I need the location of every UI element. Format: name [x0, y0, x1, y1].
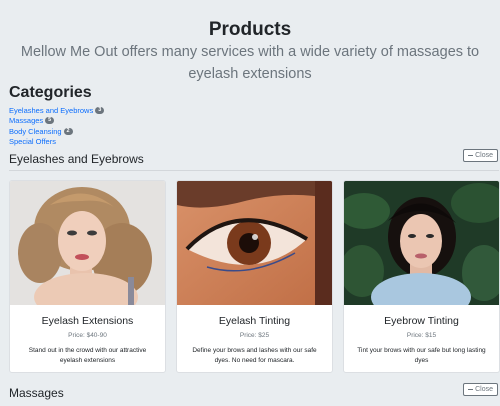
product-name: Eyelash Tinting [218, 315, 291, 327]
close-label: Close [475, 386, 493, 393]
section-title: Eyelashes and Eyebrows [9, 152, 144, 166]
categories-list: Eyelashes and Eyebrows 3 Massages 5 Body… [9, 105, 105, 148]
section-header-massages: Massages Close [9, 383, 499, 406]
close-label: Close [475, 152, 493, 159]
close-section-button[interactable]: Close [463, 149, 498, 162]
minus-icon [468, 155, 474, 156]
product-image [10, 181, 165, 305]
category-count-badge: 5 [45, 117, 55, 125]
product-card-eyelash-extensions[interactable]: Eyelash Extensions Price: $40-90 Stand o… [9, 180, 166, 373]
category-link-special-offers[interactable]: Special Offers [9, 137, 104, 148]
product-price: Price: $15 [406, 332, 437, 339]
product-card-eyelash-tinting[interactable]: Eyelash Tinting Price: $25 Define your b… [176, 180, 333, 373]
category-count-badge: 3 [95, 106, 105, 114]
product-description: Stand out in the crowd with our attracti… [28, 347, 147, 364]
page-title: Products [208, 19, 292, 40]
category-label: Eyelashes and Eyebrows [9, 105, 94, 115]
category-label: Massages [9, 116, 44, 126]
categories-heading: Categories [9, 84, 92, 101]
category-link-massages[interactable]: Massages 5 [9, 116, 104, 127]
product-description: Define your brows and lashes with our sa… [192, 347, 317, 364]
woman-portrait-icon [10, 181, 165, 305]
close-section-button[interactable]: Close [463, 383, 498, 396]
product-image [177, 181, 332, 305]
product-price: Price: $25 [239, 332, 270, 339]
category-link-body-cleansing[interactable]: Body Cleansing 2 [9, 126, 104, 137]
page-subtitle: Mellow Me Out offers many services with … [20, 44, 480, 82]
category-label: Special Offers [9, 137, 56, 147]
category-count-badge: 2 [63, 127, 73, 135]
product-image [344, 181, 499, 305]
section-header-eyelashes: Eyelashes and Eyebrows Close [9, 149, 499, 172]
section-title: Massages [9, 386, 64, 400]
minus-icon [468, 389, 474, 390]
eye-closeup-icon [177, 181, 332, 305]
product-description: Tint your brows with our safe but long l… [357, 347, 486, 364]
section-divider [9, 170, 499, 171]
category-link-eyelashes[interactable]: Eyelashes and Eyebrows 3 [9, 105, 105, 116]
product-name: Eyelash Extensions [41, 315, 134, 327]
product-card-eyebrow-tinting[interactable]: Eyebrow Tinting Price: $15 Tint your bro… [343, 180, 500, 373]
category-label: Body Cleansing [9, 126, 62, 136]
product-price: Price: $40-90 [68, 332, 107, 339]
woman-portrait-icon [344, 181, 499, 305]
product-name: Eyebrow Tinting [384, 315, 459, 327]
